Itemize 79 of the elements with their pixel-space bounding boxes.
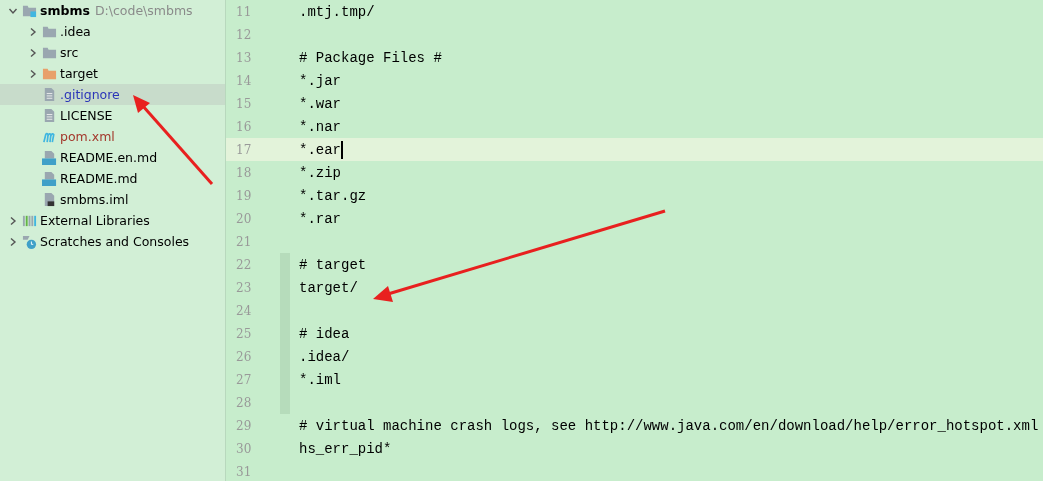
code-line: # Package Files #	[299, 49, 442, 66]
tree-item[interactable]: pom.xml	[0, 126, 225, 147]
line-number: 21	[235, 234, 253, 249]
line-number: 15	[235, 96, 253, 111]
line-number: 30	[235, 441, 253, 456]
line-number: 13	[235, 50, 253, 65]
line-number: 18	[235, 165, 253, 180]
folder-icon	[42, 66, 57, 81]
line-number: 24	[235, 303, 253, 318]
code-line: *.tar.gz	[299, 187, 367, 204]
code-line: .idea/	[299, 348, 350, 365]
line-number: 22	[235, 257, 253, 272]
code-line: # target	[299, 256, 367, 273]
text-caret	[341, 140, 343, 159]
item-name: .idea	[60, 24, 91, 39]
scratches-icon	[22, 234, 37, 249]
line-number: 23	[235, 280, 253, 295]
tree-item[interactable]: README.md	[0, 168, 225, 189]
folder-icon	[42, 45, 57, 60]
code-line: target/	[299, 279, 358, 296]
item-name: External Libraries	[40, 213, 150, 228]
tree-item[interactable]: Scratches and Consoles	[0, 231, 225, 252]
code-line: *.war	[299, 95, 341, 112]
line-number: 31	[235, 464, 253, 479]
line-number: 29	[235, 418, 253, 433]
code-line: # idea	[299, 325, 350, 342]
code-line: *.ear	[299, 141, 341, 158]
module-folder-icon	[22, 3, 37, 18]
tree-item[interactable]: External Libraries	[0, 210, 225, 231]
item-name: LICENSE	[60, 108, 113, 123]
item-name: Scratches and Consoles	[40, 234, 190, 249]
code-line: .mtj.tmp/	[299, 3, 375, 20]
line-number: 17	[235, 142, 253, 157]
chevron-right-icon[interactable]	[8, 215, 18, 226]
tree-item[interactable]: .idea	[0, 21, 225, 42]
text-file-icon	[42, 87, 57, 102]
item-path: D:\code\smbms	[94, 3, 193, 18]
tree-item[interactable]: src	[0, 42, 225, 63]
code-line: *.iml	[299, 371, 341, 388]
line-number: 28	[235, 395, 253, 410]
line-number: 11	[235, 4, 253, 19]
tree-item[interactable]: smbms D:\code\smbms	[0, 0, 225, 21]
module-file-icon	[42, 192, 57, 207]
item-name: target	[60, 66, 98, 81]
code-line: hs_err_pid*	[299, 440, 392, 457]
line-number: 26	[235, 349, 253, 364]
tree-item[interactable]: target	[0, 63, 225, 84]
libraries-icon	[22, 213, 37, 228]
chevron-right-icon[interactable]	[8, 236, 18, 247]
line-number: 25	[235, 326, 253, 341]
code-line: *.jar	[299, 72, 341, 89]
markdown-file-icon	[42, 150, 57, 165]
line-number: 16	[235, 119, 253, 134]
item-name: smbms	[40, 3, 90, 18]
code-line: *.rar	[299, 210, 341, 227]
item-name: README.en.md	[60, 150, 158, 165]
item-name: README.md	[60, 171, 138, 186]
chevron-right-icon[interactable]	[28, 26, 38, 37]
tree-item[interactable]: smbms.iml	[0, 189, 225, 210]
tree-item[interactable]: LICENSE	[0, 105, 225, 126]
tree-item[interactable]: README.en.md	[0, 147, 225, 168]
code-line: # virtual machine crash logs, see http://www.java.com/en/download/help/error_hotspot.xml	[299, 417, 1039, 434]
chevron-right-icon[interactable]	[28, 47, 38, 58]
line-number: 27	[235, 372, 253, 387]
line-number: 14	[235, 73, 253, 88]
line-number: 20	[235, 211, 253, 226]
item-name: smbms.iml	[60, 192, 129, 207]
line-number: 12	[235, 27, 253, 42]
text-file-icon	[42, 108, 57, 123]
item-name: pom.xml	[60, 129, 115, 144]
code-line: *.nar	[299, 118, 341, 135]
item-name: .gitignore	[60, 87, 120, 102]
item-name: src	[60, 45, 79, 60]
code-line: *.zip	[299, 164, 341, 181]
line-number: 19	[235, 188, 253, 203]
markdown-file-icon	[42, 171, 57, 186]
chevron-right-icon[interactable]	[28, 68, 38, 79]
tree-item[interactable]: .gitignore	[0, 84, 225, 105]
folder-icon	[42, 24, 57, 39]
